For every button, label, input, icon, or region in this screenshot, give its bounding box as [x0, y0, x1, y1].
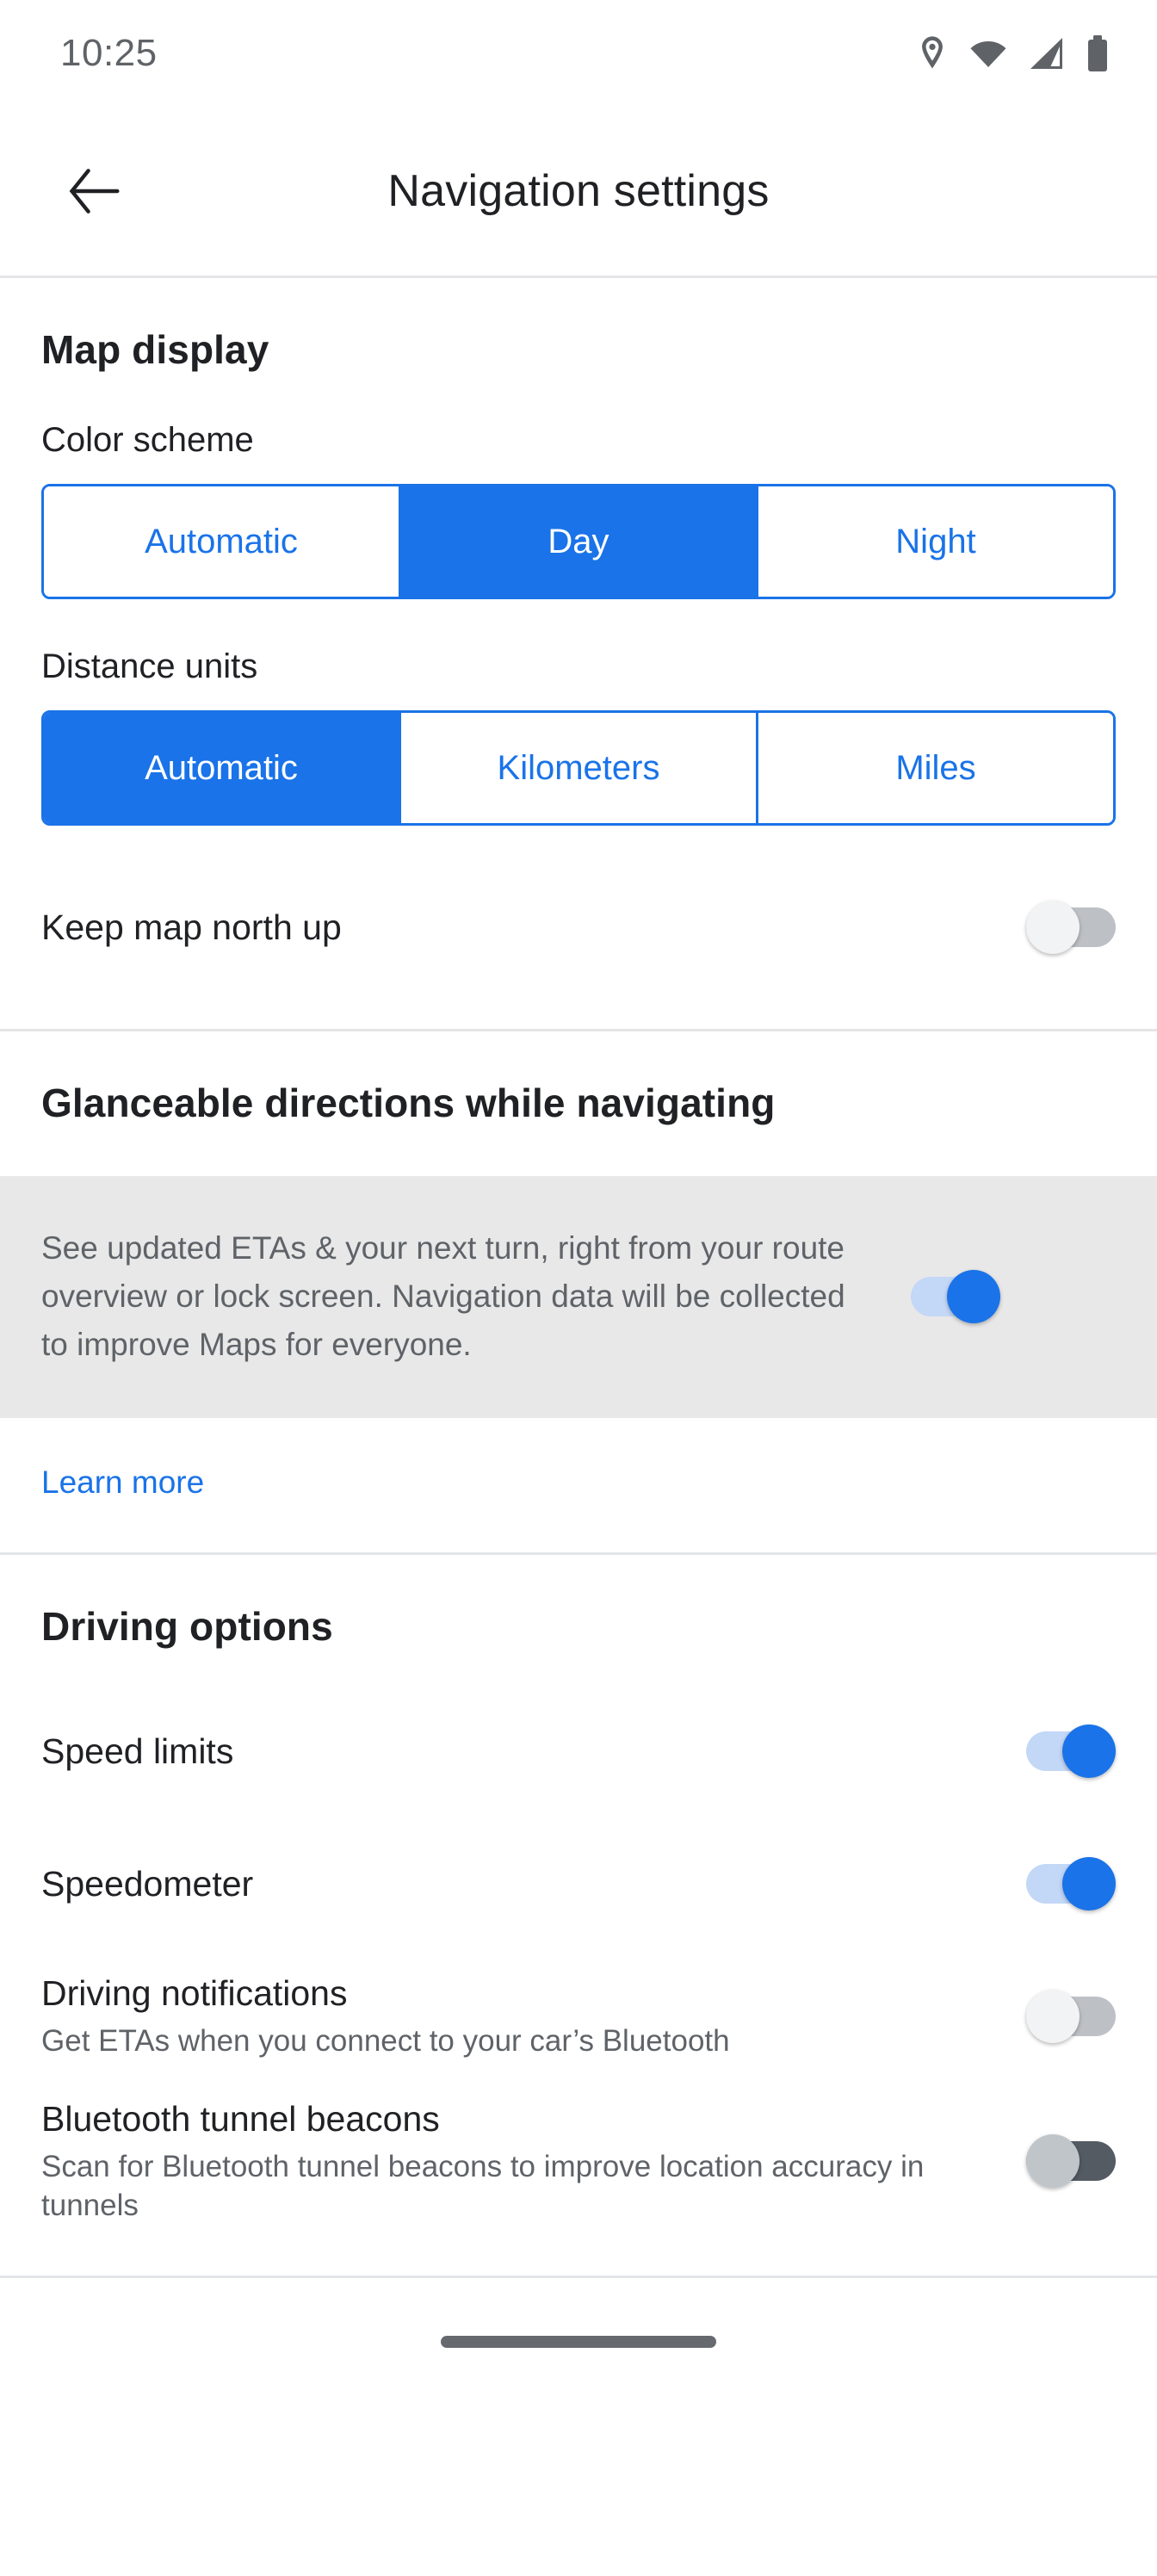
page-title: Navigation settings: [387, 166, 770, 216]
status-bar: 10:25: [0, 0, 1157, 107]
row-text: Speedometer: [41, 1862, 1026, 1905]
toggle-thumb: [1026, 2134, 1080, 2189]
row-text: Driving notifications Get ETAs when you …: [41, 1972, 1026, 2061]
row-driving-notifications[interactable]: Driving notifications Get ETAs when you …: [0, 1965, 1157, 2068]
back-arrow-icon: [69, 169, 120, 214]
section-title-glanceable-directions: Glanceable directions while navigating: [41, 1081, 776, 1125]
segment-distance-units-miles[interactable]: Miles: [758, 713, 1113, 823]
field-label-distance-units: Distance units: [41, 647, 258, 685]
row-title: Bluetooth tunnel beacons: [41, 2098, 440, 2139]
learn-more-link[interactable]: Learn more: [41, 1464, 204, 1501]
app-bar: Navigation settings: [0, 107, 1157, 276]
row-subtitle: Scan for Bluetooth tunnel beacons to imp…: [41, 2149, 925, 2223]
location-pin-icon: [918, 35, 947, 71]
toggle-speedometer[interactable]: [1026, 1856, 1116, 1910]
row-title: Speedometer: [41, 1863, 254, 1904]
section-glanceable-directions: Glanceable directions while navigating S…: [0, 1031, 1157, 1552]
status-bar-icons: [918, 35, 1109, 71]
section-driving-options: Driving options Speed limits Speedometer: [0, 1554, 1157, 2276]
toggle-speed-limits[interactable]: [1026, 1724, 1116, 1778]
gesture-nav-pill[interactable]: [441, 2335, 716, 2348]
row-speed-limits[interactable]: Speed limits: [0, 1700, 1157, 1803]
toggle-bluetooth-tunnel-beacons[interactable]: [1026, 2134, 1116, 2189]
toggle-thumb: [1062, 1856, 1116, 1910]
cellular-signal-icon: [1030, 37, 1064, 70]
row-speedometer[interactable]: Speedometer: [0, 1832, 1157, 1935]
row-title: Speed limits: [41, 1731, 234, 1771]
row-text: Bluetooth tunnel beacons Scan for Blueto…: [41, 2097, 1026, 2226]
section-title-driving-options: Driving options: [41, 1603, 333, 1649]
row-text: Speed limits: [41, 1730, 1026, 1773]
toggle-thumb: [1062, 1724, 1116, 1778]
battery-icon: [1086, 35, 1109, 71]
gesture-nav-bar: [0, 2277, 1157, 2406]
status-bar-clock: 10:25: [60, 32, 158, 74]
row-title: Keep map north up: [41, 907, 342, 947]
toggle-driving-notifications[interactable]: [1026, 1989, 1116, 2043]
toggle-thumb: [1026, 901, 1080, 954]
segmented-color-scheme: Automatic Day Night: [41, 484, 1116, 599]
glanceable-directions-highlight[interactable]: See updated ETAs & your next turn, right…: [0, 1176, 1157, 1418]
toggle-glanceable-directions[interactable]: [911, 1270, 1000, 1324]
navigation-settings-screen: 10:25 Navigation settings Map display Co…: [0, 0, 1157, 2576]
segment-color-scheme-night[interactable]: Night: [758, 486, 1113, 597]
segmented-distance-units: Automatic Kilometers Miles: [41, 710, 1116, 826]
toggle-keep-map-north-up[interactable]: [1026, 901, 1116, 954]
section-title-map-display: Map display: [41, 327, 269, 372]
field-label-color-scheme: Color scheme: [41, 421, 254, 459]
segment-distance-units-kilometers[interactable]: Kilometers: [401, 713, 758, 823]
row-title: Driving notifications: [41, 1972, 348, 2013]
segment-distance-units-automatic[interactable]: Automatic: [44, 713, 401, 823]
segment-color-scheme-automatic[interactable]: Automatic: [44, 486, 401, 597]
glanceable-directions-description: See updated ETAs & your next turn, right…: [41, 1230, 845, 1363]
learn-more-container: Learn more: [0, 1417, 1157, 1552]
back-button[interactable]: [57, 154, 131, 228]
wifi-icon: [969, 39, 1007, 68]
row-keep-map-north-up[interactable]: Keep map north up: [0, 876, 1157, 979]
row-subtitle: Get ETAs when you connect to your car’s …: [41, 2023, 730, 2058]
row-text: Keep map north up: [41, 906, 1026, 949]
segment-color-scheme-day[interactable]: Day: [401, 486, 758, 597]
toggle-thumb: [1026, 1989, 1080, 2043]
row-bluetooth-tunnel-beacons[interactable]: Bluetooth tunnel beacons Scan for Blueto…: [0, 2097, 1157, 2226]
toggle-thumb: [947, 1270, 1000, 1324]
section-map-display: Map display Color scheme Automatic Day N…: [0, 278, 1157, 1029]
